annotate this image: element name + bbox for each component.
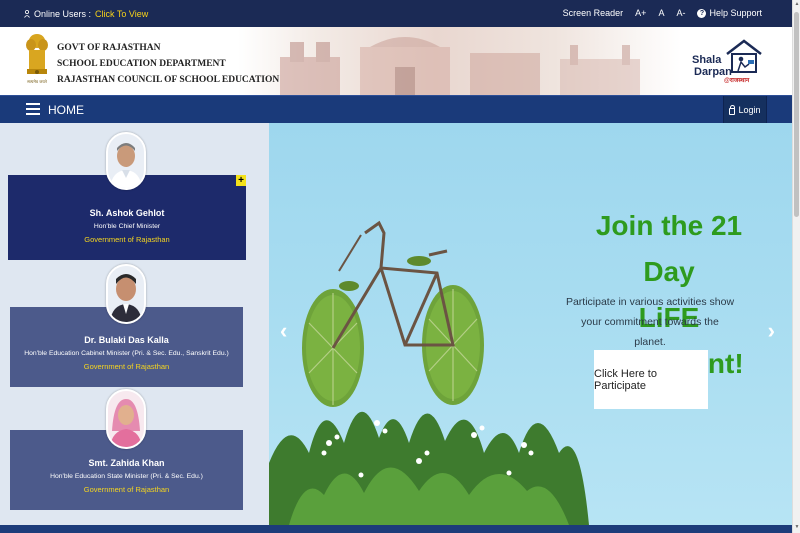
avatar [106, 132, 146, 190]
chevron-left-icon[interactable]: ‹ [280, 318, 287, 344]
vertical-scrollbar[interactable]: ▲ ▼ [792, 0, 800, 533]
svg-text:सत्यमेव जयते: सत्यमेव जयते [27, 79, 47, 84]
main-nav: HOME Login [0, 95, 792, 124]
chevron-right-icon[interactable]: › [768, 318, 775, 344]
online-users-label: Online Users : [34, 9, 92, 19]
login-label: Login [738, 105, 761, 115]
lock-icon [729, 104, 736, 115]
help-icon: ? [697, 8, 707, 18]
shala-darpan-logo[interactable]: Shala Darpan @राजस्थान [692, 38, 764, 84]
participate-button[interactable]: Click Here to Participate [594, 350, 708, 409]
profile-government: Government of Rajasthan [83, 362, 170, 371]
dept-line-2: SCHOOL EDUCATION DEPARTMENT [57, 59, 226, 69]
profile-government: Government of Rajasthan [84, 235, 170, 244]
screen-reader-link[interactable]: Screen Reader [563, 8, 624, 18]
national-emblem-icon: सत्यमेव जयते [26, 34, 48, 84]
user-icon [24, 10, 30, 18]
font-increase-button[interactable]: A+ [635, 8, 646, 18]
avatar [106, 389, 146, 449]
avatar [106, 264, 146, 324]
department-title: GOVT OF RAJASTHAN SCHOOL EDUCATION DEPAR… [57, 40, 279, 88]
help-support-label: Help Support [709, 8, 762, 18]
font-normal-button[interactable]: A [658, 8, 664, 18]
menu-icon[interactable] [26, 103, 40, 115]
profile-name: Dr. Bulaki Das Kalla [84, 335, 169, 345]
header-background-art [280, 37, 640, 95]
slide-text: Participate in various activities show y… [564, 292, 736, 352]
slide-text-line-2: your commitment towards the planet. [581, 316, 719, 348]
logo-text-rajasthan: @राजस्थान [724, 78, 750, 84]
scroll-down-icon[interactable]: ▼ [794, 524, 800, 532]
bottom-strip [0, 525, 792, 533]
profile-government: Government of Rajasthan [83, 485, 170, 494]
profile-role: Hon'ble Chief Minister [93, 223, 161, 230]
slide-title-line-1: Join the 21 Day [595, 210, 743, 287]
font-decrease-button[interactable]: A- [676, 8, 685, 18]
profile-role: Hon'ble Education State Minister (Pri. &… [50, 473, 203, 480]
profile-name: Sh. Ashok Gehlot [89, 208, 165, 218]
profile-role: Hon'ble Education Cabinet Minister (Pri.… [24, 350, 229, 357]
click-to-view-link[interactable]: Click To View [95, 9, 148, 19]
site-header: सत्यमेव जयते GOVT OF RAJASTHAN SCHOOL ED… [0, 27, 792, 95]
dept-line-3: RAJASTHAN COUNCIL OF SCHOOL EDUCATION [57, 75, 280, 85]
logo-text-shala: Shala [692, 54, 722, 66]
slide-text-line-1: Participate in various activities show [565, 296, 735, 308]
online-users: Online Users : Click To View [24, 9, 148, 19]
nav-home-link[interactable]: HOME [48, 103, 84, 117]
expand-plus-icon[interactable]: + [236, 175, 246, 186]
scroll-up-icon[interactable]: ▲ [794, 1, 800, 9]
scroll-thumb[interactable] [794, 12, 799, 217]
help-support-link[interactable]: ? Help Support [697, 8, 762, 18]
top-bar: Online Users : Click To View Screen Read… [0, 0, 792, 27]
profile-name: Smt. Zahida Khan [88, 458, 165, 468]
login-button[interactable]: Login [723, 96, 767, 124]
hero-slider: Join the 21 Day LiFE movement! Participa… [269, 123, 792, 525]
profiles-panel: + Sh. Ashok Gehlot Hon'ble Chief Ministe… [0, 123, 269, 525]
dept-line-1: GOVT OF RAJASTHAN [57, 43, 161, 53]
